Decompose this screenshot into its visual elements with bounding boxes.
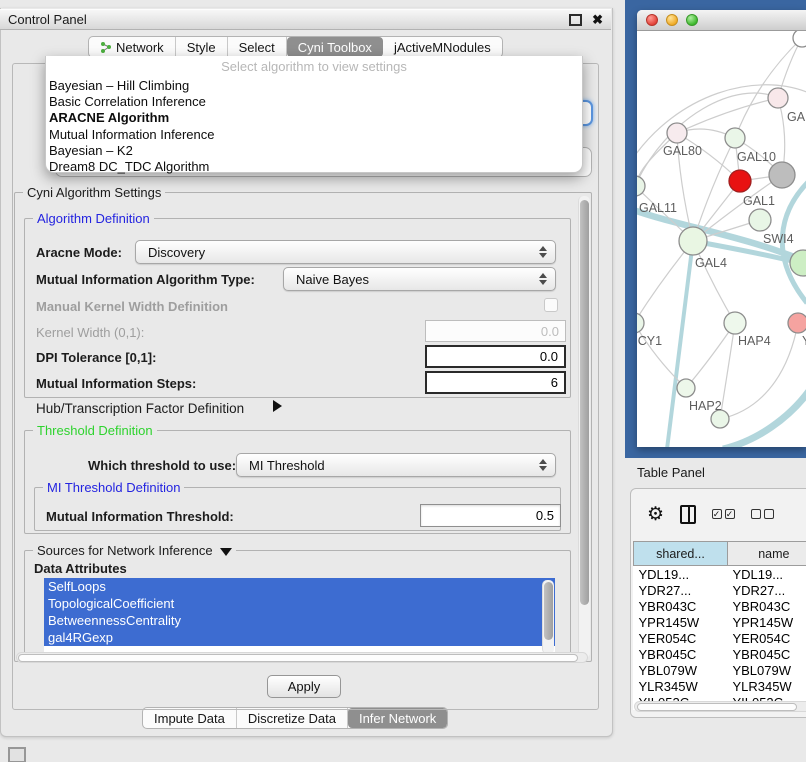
table-cell[interactable]: YDR27...	[634, 582, 728, 598]
node-label: SWI4	[763, 232, 794, 246]
control-panel-titlebar: Control Panel ✖	[0, 9, 611, 30]
network-node[interactable]	[769, 162, 795, 188]
table-cell[interactable]: YDR27...	[727, 582, 806, 598]
node-label: GAL	[787, 110, 806, 124]
tab-cyni-toolbox[interactable]: Cyni Toolbox	[287, 37, 383, 57]
table-toolbar: ⚙ ✓✓	[631, 499, 806, 529]
network-window-frame: GAL GAL80 GAL10 GAL1 GAL11 SWI4 GAL4 GCY1 HAP4 Y H…	[625, 0, 806, 458]
table-row[interactable]: YBR043CYBR043C	[634, 598, 806, 614]
columns-icon[interactable]	[680, 505, 695, 524]
network-canvas[interactable]: GAL GAL80 GAL10 GAL1 GAL11 SWI4 GAL4 GCY1 HAP4 Y H…	[637, 31, 806, 447]
table-cell[interactable]: YLR345W	[727, 678, 806, 694]
tab-style[interactable]: Style	[176, 37, 228, 57]
tab-label: Cyni Toolbox	[298, 40, 372, 55]
table-cell[interactable]: YBL079W	[634, 662, 728, 678]
tab-infer-network[interactable]: Infer Network	[348, 708, 447, 728]
table-row[interactable]: YDR27...YDR27...12	[634, 582, 806, 598]
network-node-gal1[interactable]	[729, 170, 751, 192]
node-label: GAL4	[695, 256, 727, 270]
tab-label: Select	[239, 40, 275, 55]
dropdown-hint: Select algorithm to view settings	[46, 56, 582, 78]
network-node-hap4[interactable]	[724, 312, 746, 334]
table-cell[interactable]: YDL19...	[727, 566, 806, 583]
close-icon[interactable]: ✖	[592, 13, 603, 26]
network-node-gal[interactable]	[768, 88, 788, 108]
float-window-icon[interactable]	[569, 14, 582, 26]
tab-label: Style	[187, 40, 216, 55]
table-cell[interactable]: YBR043C	[634, 598, 728, 614]
node-label: GAL10	[737, 150, 776, 164]
deselect-all-checks-icon[interactable]	[751, 509, 774, 519]
table-cell[interactable]: YPR145W	[727, 614, 806, 630]
network-window-titlebar[interactable]	[637, 10, 806, 31]
tab-label: jActiveMNodules	[394, 40, 491, 55]
network-node-gal11[interactable]	[637, 176, 645, 196]
algorithm-option[interactable]: Dream8 DC_TDC Algorithm	[46, 159, 582, 175]
table-row[interactable]: YER054CYER054C8.	[634, 630, 806, 646]
table-cell[interactable]: YER054C	[727, 630, 806, 646]
bottom-tab-bar: Impute Data Discretize Data Infer Network	[142, 707, 448, 729]
table-row[interactable]: YBL079WYBL079W	[634, 662, 806, 678]
network-node-gal80[interactable]	[667, 123, 687, 143]
table-row[interactable]: YBR045CYBR045C9.	[634, 646, 806, 662]
network-window: GAL GAL80 GAL10 GAL1 GAL11 SWI4 GAL4 GCY1 HAP4 Y H…	[637, 10, 806, 447]
tab-label: Infer Network	[359, 711, 436, 726]
node-label: HAP2	[689, 399, 722, 413]
network-node-gal10[interactable]	[725, 128, 745, 148]
node-label: Y	[802, 334, 806, 348]
tab-network[interactable]: Network	[89, 37, 176, 57]
network-icon	[100, 41, 112, 53]
network-node-y[interactable]	[788, 313, 806, 333]
algorithm-option[interactable]: ARACNE Algorithm	[46, 110, 582, 126]
table-cell[interactable]: YPR145W	[634, 614, 728, 630]
zoom-traffic-light-icon[interactable]	[686, 14, 698, 26]
minimize-traffic-light-icon[interactable]	[666, 14, 678, 26]
table-cell[interactable]: YBL079W	[727, 662, 806, 678]
select-all-checks-icon[interactable]: ✓✓	[712, 509, 735, 519]
network-node-gcy1[interactable]	[637, 313, 644, 333]
table-panel-title: Table Panel	[637, 465, 705, 480]
tab-jactivemnodules[interactable]: jActiveMNodules	[383, 37, 502, 57]
tab-label: Network	[116, 40, 164, 55]
node-label: GCY1	[637, 334, 662, 348]
network-node-swi4[interactable]	[749, 209, 771, 231]
column-header-1[interactable]: shared...	[634, 542, 728, 566]
table-cell[interactable]: YLR345W	[634, 678, 728, 694]
column-header-2[interactable]: name	[727, 542, 806, 566]
network-node-hap2[interactable]	[677, 379, 695, 397]
algorithm-option[interactable]: Bayesian – K2	[46, 143, 582, 159]
screenshot-root: Control Panel ✖ Network Style Select Cyni T…	[0, 0, 806, 762]
algorithm-dropdown-list: Select algorithm to view settings Bayesi…	[45, 56, 583, 173]
table-cell[interactable]: YER054C	[634, 630, 728, 646]
panel-title: Control Panel	[8, 12, 87, 27]
tab-impute-data[interactable]: Impute Data	[143, 708, 237, 728]
table-row[interactable]: YPR145WYPR145W9.	[634, 614, 806, 630]
algorithm-option[interactable]: Mutual Information Inference	[46, 127, 582, 143]
tab-label: Impute Data	[154, 711, 225, 726]
node-label: GAL1	[743, 194, 775, 208]
algorithm-option[interactable]: Basic Correlation Inference	[46, 94, 582, 110]
control-panel-tab-bar: Network Style Select Cyni Toolbox jActiveMNo…	[88, 36, 503, 58]
network-node-gal4[interactable]	[679, 227, 707, 255]
gear-icon[interactable]: ⚙	[647, 505, 664, 524]
table-row[interactable]: YDL19...YDL19...13	[634, 566, 806, 583]
algorithm-option[interactable]: Bayesian – Hill Climbing	[46, 78, 582, 94]
table-panel: ⚙ ✓✓ shared...nameA YDL19...YDL19...13YD…	[630, 488, 806, 718]
close-traffic-light-icon[interactable]	[646, 14, 658, 26]
tab-discretize-data[interactable]: Discretize Data	[237, 708, 348, 728]
table-cell[interactable]: YBR045C	[727, 646, 806, 662]
table-row[interactable]: YLR345WYLR345W9.	[634, 678, 806, 694]
tab-label: Discretize Data	[248, 711, 336, 726]
table-cell[interactable]: YBR043C	[727, 598, 806, 614]
tab-select[interactable]: Select	[228, 37, 287, 57]
node-table[interactable]: shared...nameA YDL19...YDL19...13YDR27..…	[633, 541, 806, 710]
table-horizontal-scrollbar[interactable]	[634, 701, 806, 712]
table-cell[interactable]: YDL19...	[634, 566, 728, 583]
minimized-panel-icon[interactable]	[8, 747, 26, 762]
table-cell[interactable]: YBR045C	[634, 646, 728, 662]
node-label: GAL80	[663, 144, 702, 158]
node-label: GAL11	[639, 201, 677, 215]
node-label: HAP4	[738, 334, 771, 348]
